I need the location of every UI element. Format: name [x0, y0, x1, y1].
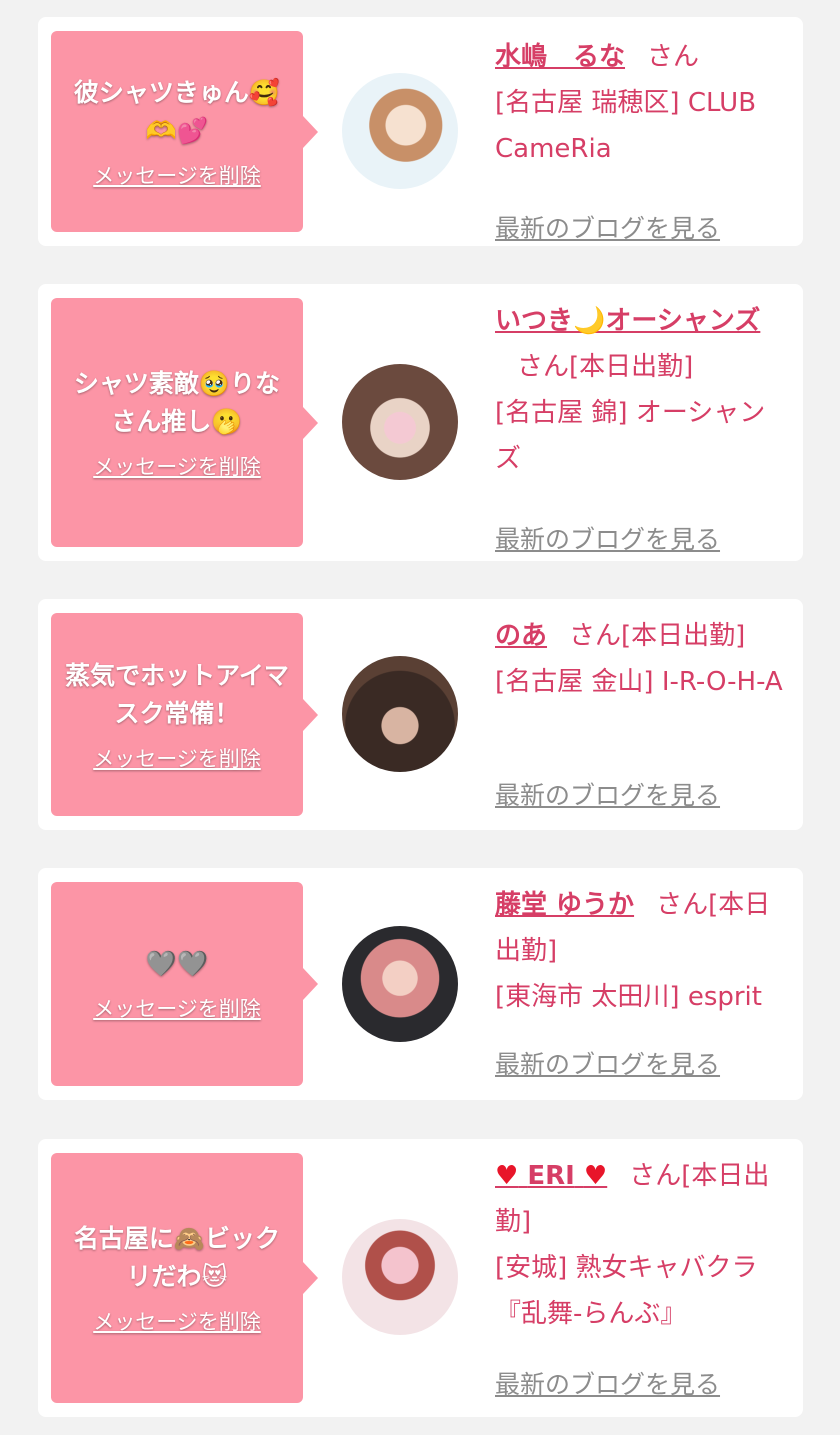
avatar[interactable]	[342, 364, 458, 480]
cast-info: 藤堂 ゆうか さん[本日出勤] [東海市 太田川] esprit 最新のブログを見…	[495, 882, 785, 1079]
message-card: 🩶🩶 メッセージを削除 藤堂 ゆうか さん[本日出勤] [東海市 太田川] esp…	[38, 868, 803, 1100]
delete-message-link[interactable]: メッセージを削除	[93, 743, 261, 773]
avatar[interactable]	[342, 1219, 458, 1335]
avatar[interactable]	[342, 926, 458, 1042]
delete-message-link[interactable]: メッセージを削除	[93, 160, 261, 190]
shop-info: [名古屋 金山] I-R-O-H-A	[495, 667, 783, 697]
message-card: 名古屋に🙈ビックリだわ😻 メッセージを削除 ♥ ERI ♥ さん[本日出勤] [安…	[38, 1139, 803, 1417]
cast-name-link[interactable]: 水嶋 るな	[495, 42, 625, 72]
message-text: 彼シャツきゅん🥰🫶💕	[73, 77, 281, 145]
shop-info: [名古屋 錦] オーシャンズ	[495, 398, 766, 474]
shop-info: [名古屋 瑞穂区] CLUB CameRia	[495, 88, 757, 164]
message-card: 彼シャツきゅん🥰🫶💕 メッセージを削除 水嶋 るな さん [名古屋 瑞穂区] CL…	[38, 17, 803, 246]
latest-blog-link[interactable]: 最新のブログを見る	[495, 776, 720, 812]
avatar[interactable]	[342, 656, 458, 772]
delete-message-link[interactable]: メッセージを削除	[93, 1306, 261, 1336]
message-text: 🩶🩶	[145, 949, 209, 978]
message-bubble: 🩶🩶 メッセージを削除	[51, 882, 318, 1086]
latest-blog-link[interactable]: 最新のブログを見る	[495, 1365, 720, 1401]
message-bubble: 彼シャツきゅん🥰🫶💕 メッセージを削除	[51, 31, 318, 232]
message-card: シャツ素敵🥹りなさん推し🫢 メッセージを削除 いつき🌙オーシャンズさん[本日出勤…	[38, 284, 803, 561]
message-bubble: 名古屋に🙈ビックリだわ😻 メッセージを削除	[51, 1153, 318, 1403]
honorific: さん	[517, 352, 570, 382]
avatar[interactable]	[342, 73, 458, 189]
honorific: さん	[647, 42, 700, 72]
shop-info: [東海市 太田川] esprit	[495, 982, 762, 1012]
cast-info: のあ さん[本日出勤] [名古屋 金山] I-R-O-H-A 最新のブログを見る	[495, 613, 785, 810]
message-card: 蒸気でホットアイマスク常備！ メッセージを削除 のあ さん[本日出勤] [名古屋 …	[38, 599, 803, 830]
message-bubble: 蒸気でホットアイマスク常備！ メッセージを削除	[51, 613, 318, 816]
honorific: さん	[569, 621, 622, 651]
delete-message-link[interactable]: メッセージを削除	[93, 451, 261, 481]
cast-name-link[interactable]: ♥ ERI ♥	[495, 1161, 607, 1191]
cast-info: ♥ ERI ♥ さん[本日出勤] [安城] 熟女キャバクラ『乱舞-らんぶ』 最新の…	[495, 1153, 785, 1399]
delete-message-link[interactable]: メッセージを削除	[93, 993, 261, 1023]
shop-info: [安城] 熟女キャバクラ『乱舞-らんぶ』	[495, 1253, 758, 1329]
cast-name-link[interactable]: 藤堂 ゆうか	[495, 890, 634, 920]
message-text: 名古屋に🙈ビックリだわ😻	[73, 1224, 281, 1291]
message-bubble: シャツ素敵🥹りなさん推し🫢 メッセージを削除	[51, 298, 318, 547]
latest-blog-link[interactable]: 最新のブログを見る	[495, 209, 720, 245]
message-text: シャツ素敵🥹りなさん推し🫢	[73, 368, 281, 436]
work-status: [本日出勤]	[621, 621, 746, 651]
cast-info: 水嶋 るな さん [名古屋 瑞穂区] CLUB CameRia 最新のブログを見る	[495, 34, 785, 243]
heart-icon: ♥	[583, 1161, 608, 1191]
cast-name-link[interactable]: いつき🌙オーシャンズ	[495, 306, 760, 336]
cast-info: いつき🌙オーシャンズさん[本日出勤] [名古屋 錦] オーシャンズ 最新のブログ…	[495, 298, 785, 554]
cast-name-link[interactable]: のあ	[495, 621, 547, 651]
latest-blog-link[interactable]: 最新のブログを見る	[495, 520, 720, 556]
honorific: さん	[656, 890, 709, 920]
message-text: 蒸気でホットアイマスク常備！	[65, 660, 289, 728]
work-status: [本日出勤]	[569, 352, 694, 382]
heart-icon: ♥	[495, 1161, 519, 1191]
honorific: さん	[629, 1161, 682, 1191]
latest-blog-link[interactable]: 最新のブログを見る	[495, 1045, 720, 1081]
